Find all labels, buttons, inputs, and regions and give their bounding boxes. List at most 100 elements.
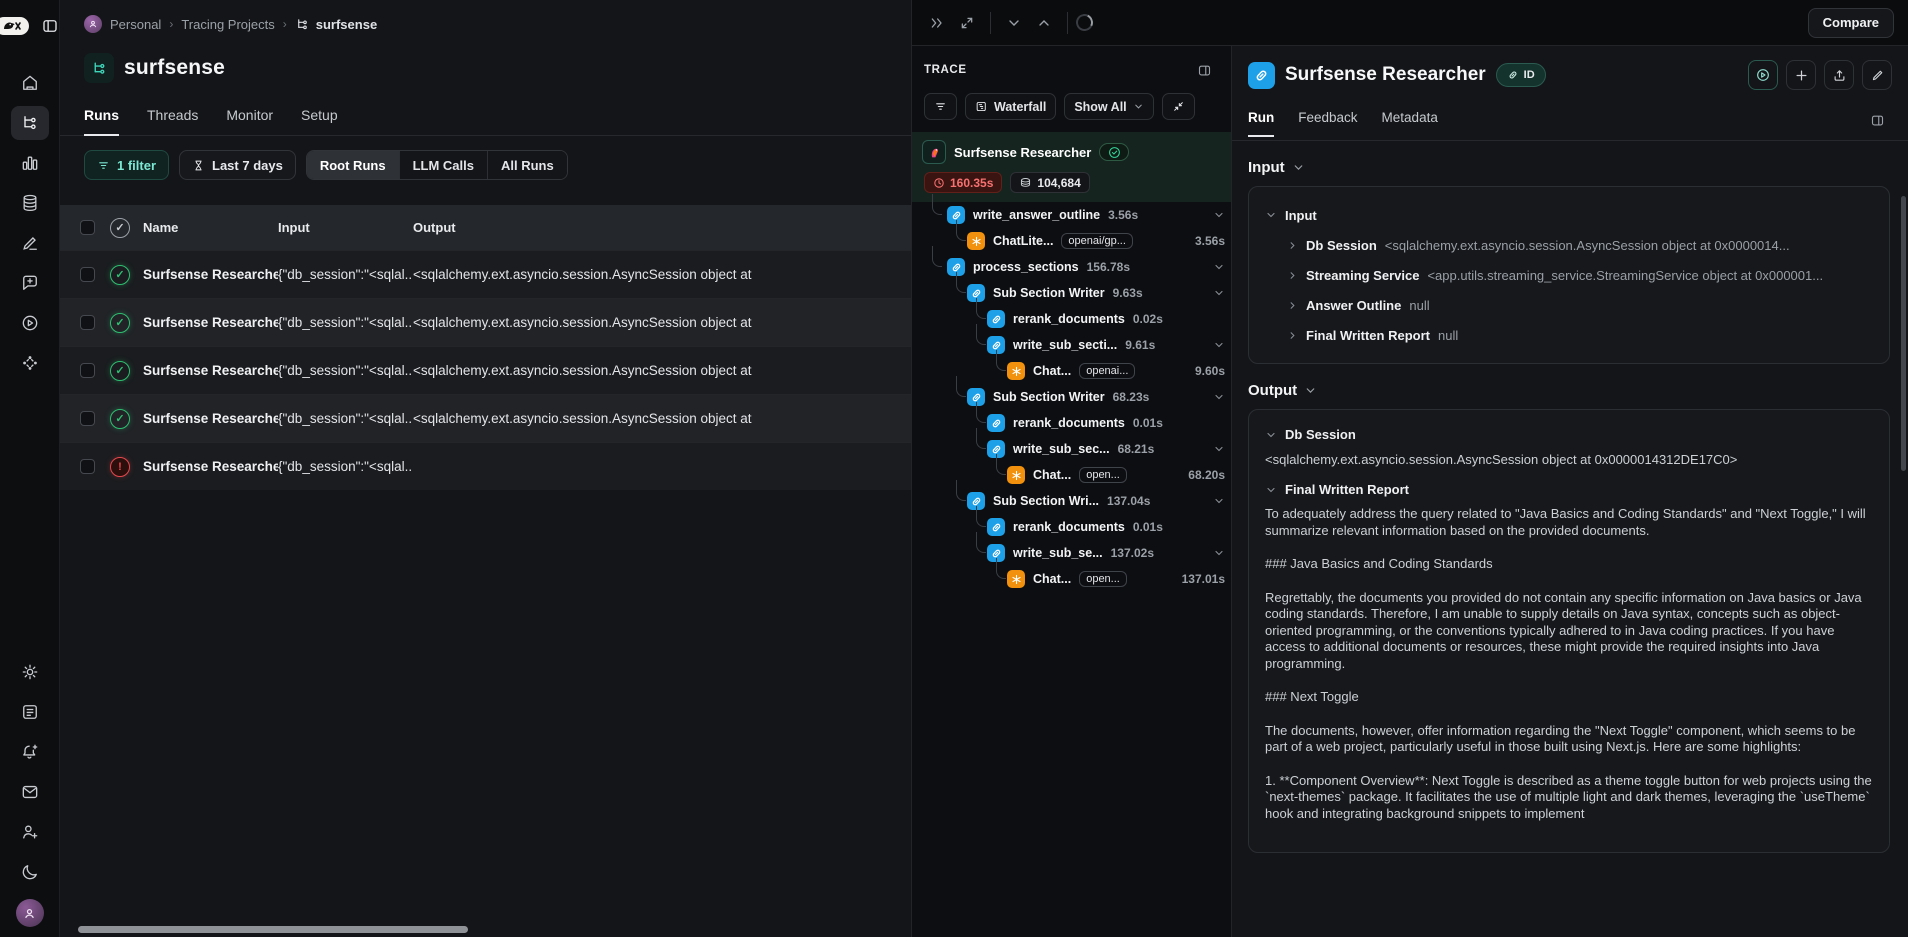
fullscreen-icon[interactable] xyxy=(952,9,982,37)
segment-root-runs[interactable]: Root Runs xyxy=(307,151,400,179)
trace-tree-item[interactable]: Sub Section Wri...137.04s xyxy=(912,488,1231,514)
open-in-playground-button[interactable] xyxy=(1748,60,1778,90)
output-key-row[interactable]: Final Written Report xyxy=(1265,482,1873,497)
span-name: Chat... xyxy=(1033,364,1071,378)
run-id-pill[interactable]: ID xyxy=(1496,63,1546,87)
chevron-down-icon[interactable] xyxy=(1213,261,1225,273)
input-kv-row[interactable]: Answer Outlinenull xyxy=(1287,290,1873,320)
collapse-panel-icon[interactable] xyxy=(922,9,952,37)
notifications-icon[interactable] xyxy=(11,735,49,769)
table-row[interactable]: !Surfsense Researcher{"db_session":"<sql… xyxy=(60,442,911,490)
trace-tree-item[interactable]: rerank_documents0.02s xyxy=(912,306,1231,332)
tab-metadata[interactable]: Metadata xyxy=(1382,110,1438,136)
vertical-scrollbar[interactable] xyxy=(1901,196,1906,471)
langsmith-logo[interactable] xyxy=(0,17,29,35)
date-range-button[interactable]: Last 7 days xyxy=(179,150,296,180)
chevron-down-icon[interactable] xyxy=(1213,443,1225,455)
home-icon[interactable] xyxy=(11,66,49,100)
playground-icon[interactable] xyxy=(11,306,49,340)
trace-split-view-icon[interactable] xyxy=(1189,56,1219,84)
table-row[interactable]: ✓Surfsense Researcher{"db_session":"<sql… xyxy=(60,298,911,346)
table-row[interactable]: ✓Surfsense Researcher{"db_session":"<sql… xyxy=(60,346,911,394)
tab-run[interactable]: Run xyxy=(1248,110,1274,136)
dark-mode-icon[interactable] xyxy=(11,855,49,889)
chevron-right-icon[interactable] xyxy=(1287,240,1298,251)
next-run-icon[interactable] xyxy=(1029,9,1059,37)
input-kv-row[interactable]: Final Written Reportnull xyxy=(1287,320,1873,350)
trace-tree-item[interactable]: Sub Section Writer9.63s xyxy=(912,280,1231,306)
detail-split-view-icon[interactable] xyxy=(1862,106,1892,134)
input-group-row[interactable]: Input xyxy=(1265,200,1873,230)
row-checkbox[interactable] xyxy=(80,267,95,282)
column-name[interactable]: Name xyxy=(143,220,278,235)
row-checkbox[interactable] xyxy=(80,411,95,426)
trace-tree-item[interactable]: write_sub_se...137.02s xyxy=(912,540,1231,566)
mail-icon[interactable] xyxy=(11,775,49,809)
trace-tree-item[interactable]: write_sub_secti...9.61s xyxy=(912,332,1231,358)
row-checkbox[interactable] xyxy=(80,315,95,330)
column-input[interactable]: Input xyxy=(278,220,413,235)
docs-icon[interactable] xyxy=(11,695,49,729)
output-section-heading[interactable]: Output xyxy=(1248,382,1890,399)
input-kv-row[interactable]: Db Session<sqlalchemy.ext.asyncio.sessio… xyxy=(1287,230,1873,260)
user-avatar[interactable] xyxy=(16,899,44,927)
show-all-dropdown[interactable]: Show All xyxy=(1064,93,1153,120)
dashboards-icon[interactable] xyxy=(11,146,49,180)
compare-button[interactable]: Compare xyxy=(1808,8,1894,38)
tab-runs[interactable]: Runs xyxy=(84,107,119,135)
input-kv-row[interactable]: Streaming Service<app.utils.streaming_se… xyxy=(1287,260,1873,290)
trace-root-run[interactable]: Surfsense Researcher 160.35s xyxy=(912,132,1231,202)
invite-user-icon[interactable] xyxy=(11,815,49,849)
segment-all-runs[interactable]: All Runs xyxy=(488,151,567,179)
trace-tree-item[interactable]: rerank_documents0.01s xyxy=(912,410,1231,436)
tab-setup[interactable]: Setup xyxy=(301,107,338,135)
chevron-down-icon[interactable] xyxy=(1213,547,1225,559)
annotations-icon[interactable] xyxy=(11,226,49,260)
row-checkbox[interactable] xyxy=(80,459,95,474)
chevron-down-icon[interactable] xyxy=(1213,339,1225,351)
prompts-icon[interactable] xyxy=(11,266,49,300)
chevron-down-icon[interactable] xyxy=(1213,391,1225,403)
tab-feedback[interactable]: Feedback xyxy=(1298,110,1357,136)
settings-icon[interactable] xyxy=(11,655,49,689)
chevron-right-icon[interactable] xyxy=(1287,270,1298,281)
chevron-down-icon[interactable] xyxy=(1213,495,1225,507)
trace-filter-button[interactable] xyxy=(924,93,957,120)
edit-button[interactable] xyxy=(1862,60,1892,90)
datasets-icon[interactable] xyxy=(11,186,49,220)
breadcrumb-tracing-projects[interactable]: Tracing Projects xyxy=(181,17,274,32)
trace-tree-item[interactable]: write_sub_sec...68.21s xyxy=(912,436,1231,462)
segment-llm-calls[interactable]: LLM Calls xyxy=(400,151,488,179)
column-output[interactable]: Output xyxy=(413,220,911,235)
chevron-down-icon[interactable] xyxy=(1265,429,1277,441)
workspace-avatar[interactable] xyxy=(84,15,102,33)
previous-run-icon[interactable] xyxy=(999,9,1029,37)
output-key-row[interactable]: Db Session xyxy=(1265,427,1873,442)
trace-tree-item[interactable]: Sub Section Writer68.23s xyxy=(912,384,1231,410)
input-section-heading[interactable]: Input xyxy=(1248,159,1890,176)
waterfall-button[interactable]: Waterfall xyxy=(965,93,1056,120)
select-all-checkbox[interactable] xyxy=(80,220,95,235)
deployments-icon[interactable] xyxy=(11,346,49,380)
collapse-all-button[interactable] xyxy=(1162,93,1195,120)
breadcrumb-project[interactable]: surfsense xyxy=(295,17,377,32)
horizontal-scrollbar[interactable] xyxy=(78,926,468,933)
breadcrumb-personal[interactable]: Personal xyxy=(110,17,161,32)
trace-tree-item[interactable]: Chat...open...137.01s xyxy=(912,566,1231,592)
chevron-right-icon[interactable] xyxy=(1287,300,1298,311)
row-checkbox[interactable] xyxy=(80,363,95,378)
share-button[interactable] xyxy=(1824,60,1854,90)
tracing-projects-icon[interactable] xyxy=(11,106,49,140)
chevron-down-icon[interactable] xyxy=(1213,209,1225,221)
trace-tree-item[interactable]: ChatLite...openai/gp...3.56s xyxy=(912,228,1231,254)
table-row[interactable]: ✓Surfsense Researcher{"db_session":"<sql… xyxy=(60,250,911,298)
tab-threads[interactable]: Threads xyxy=(147,107,198,135)
chevron-down-icon[interactable] xyxy=(1213,287,1225,299)
tab-monitor[interactable]: Monitor xyxy=(226,107,273,135)
chevron-down-icon[interactable] xyxy=(1265,484,1277,496)
chevron-right-icon[interactable] xyxy=(1287,330,1298,341)
trace-tree-item[interactable]: rerank_documents0.01s xyxy=(912,514,1231,540)
add-to-dataset-button[interactable] xyxy=(1786,60,1816,90)
filter-count-button[interactable]: 1 filter xyxy=(84,150,169,180)
table-row[interactable]: ✓Surfsense Researcher{"db_session":"<sql… xyxy=(60,394,911,442)
